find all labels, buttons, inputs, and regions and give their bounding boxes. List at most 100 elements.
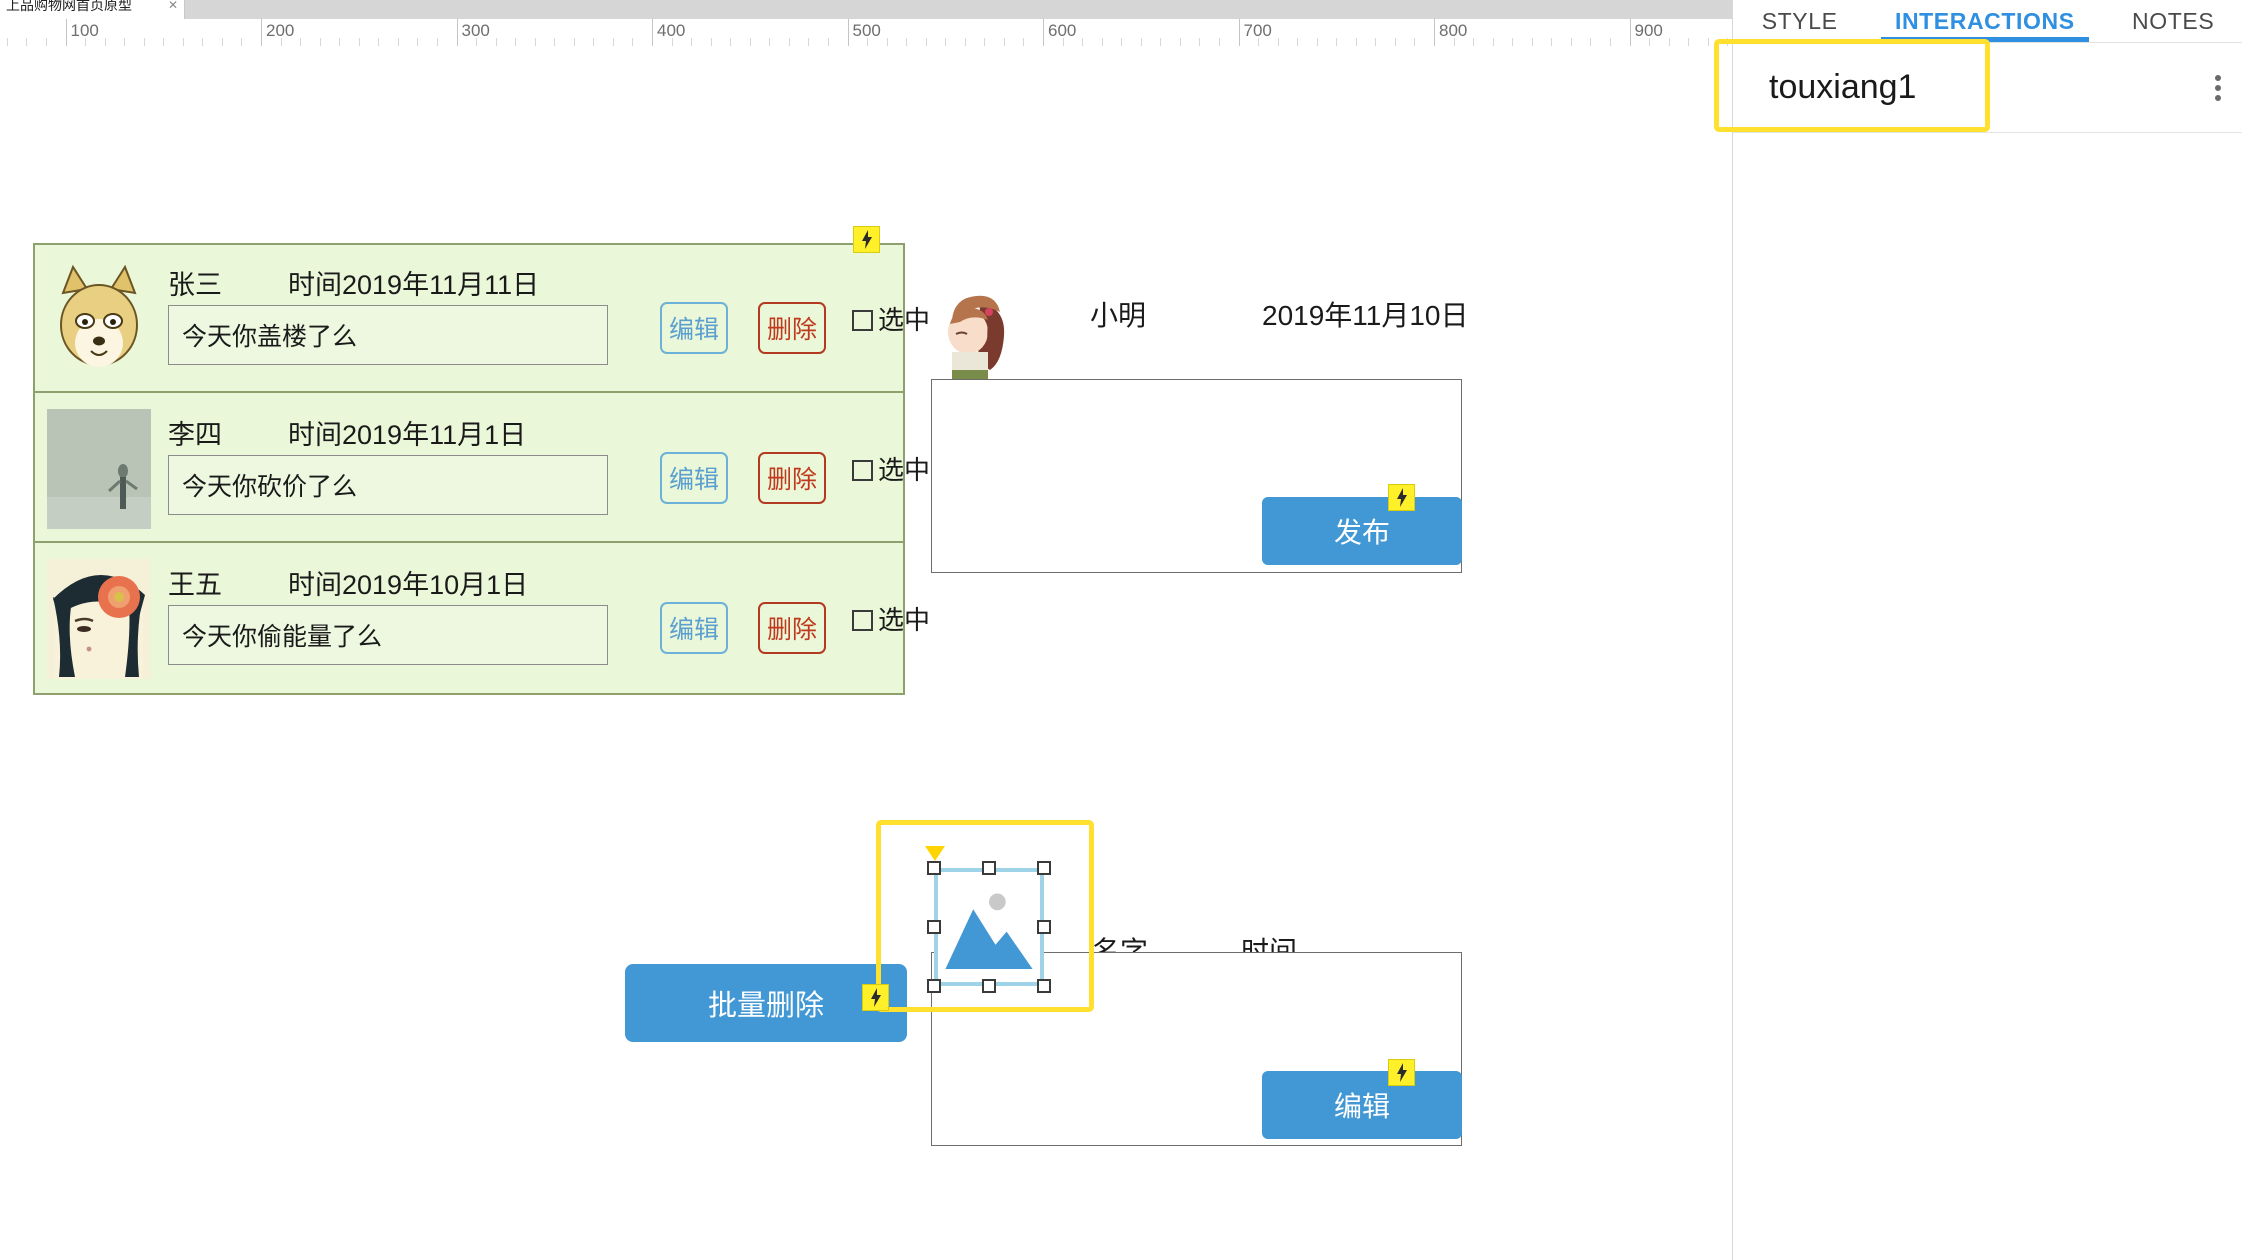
element-name-row: touxiang1 <box>1733 43 2242 133</box>
tab-interactions[interactable]: INTERACTIONS <box>1880 0 2089 42</box>
tab-style[interactable]: STYLE <box>1758 0 1842 42</box>
ruler-minor-tick <box>515 38 517 46</box>
ruler-minor-tick <box>788 38 790 46</box>
list-item[interactable]: 张三 时间2019年11月11日 今天你盖楼了么 编辑 删除 选中 <box>35 245 930 393</box>
select-checkbox-wrap[interactable]: 选中 <box>852 457 930 483</box>
ruler-minor-tick <box>300 38 302 46</box>
resize-handle-e[interactable] <box>1037 920 1051 934</box>
ruler-minor-tick <box>1160 38 1162 46</box>
lightning-bolt-icon[interactable] <box>1388 1059 1415 1086</box>
comment-list-card[interactable]: 张三 时间2019年11月11日 今天你盖楼了么 编辑 删除 选中 李四 时间2… <box>33 243 930 695</box>
close-icon[interactable]: ✕ <box>168 0 178 12</box>
resize-handle-ne[interactable] <box>1037 861 1051 875</box>
ruler-minor-tick <box>202 38 204 46</box>
ruler-label: 100 <box>70 21 99 40</box>
ruler-minor-tick <box>143 38 145 46</box>
list-item[interactable]: 王五 时间2019年10月1日 今天你偷能量了么 编辑 删除 选中 <box>35 545 930 693</box>
rotate-handle-icon[interactable] <box>925 846 945 861</box>
ruler-minor-tick <box>1707 38 1709 46</box>
ruler-minor-tick <box>1023 38 1025 46</box>
ruler-minor-tick <box>85 38 87 46</box>
select-checkbox[interactable] <box>852 609 873 631</box>
select-checkbox-wrap[interactable]: 选中 <box>852 607 930 633</box>
ruler-minor-tick <box>1570 38 1572 46</box>
ruler-minor-tick <box>280 38 282 46</box>
ruler-minor-tick <box>554 38 556 46</box>
ruler-minor-tick <box>1101 38 1103 46</box>
delete-button[interactable]: 删除 <box>758 302 826 354</box>
ruler-minor-tick <box>1609 38 1611 46</box>
ruler-minor-tick <box>436 38 438 46</box>
resize-handle-sw[interactable] <box>927 979 941 993</box>
edit-button[interactable]: 编辑 <box>660 452 728 504</box>
list-item-time: 时间2019年11月11日 <box>288 270 540 300</box>
ruler-minor-tick <box>906 38 908 46</box>
ruler-minor-tick <box>964 38 966 46</box>
design-canvas[interactable]: 张三 时间2019年11月11日 今天你盖楼了么 编辑 删除 选中 李四 时间2… <box>0 46 1732 1260</box>
ruler-minor-tick <box>1179 38 1181 46</box>
ruler-minor-tick <box>104 38 106 46</box>
ruler-minor-tick <box>691 38 693 46</box>
resize-handle-s[interactable] <box>982 979 996 993</box>
ruler-minor-tick <box>1414 38 1416 46</box>
ruler-label: 200 <box>266 21 295 40</box>
edit-button[interactable]: 编辑 <box>660 302 728 354</box>
ruler-minor-tick <box>749 38 751 46</box>
ruler-minor-tick <box>671 38 673 46</box>
list-item-message-input[interactable]: 今天你盖楼了么 <box>168 305 608 365</box>
lightning-bolt-icon[interactable] <box>862 984 889 1011</box>
resize-handle-se[interactable] <box>1037 979 1051 993</box>
select-checkbox-wrap[interactable]: 选中 <box>852 307 930 333</box>
image-placeholder-icon[interactable] <box>934 868 1044 986</box>
document-tab[interactable]: 上品购物网首页原型 ✕ <box>0 0 185 19</box>
ruler-minor-tick <box>886 38 888 46</box>
ruler-minor-tick <box>182 38 184 46</box>
properties-panel: STYLE INTERACTIONS NOTES touxiang1 New I… <box>1732 0 2242 1260</box>
ruler-minor-tick <box>476 38 478 46</box>
ruler-minor-tick <box>1551 38 1553 46</box>
select-checkbox-label: 选中 <box>878 305 931 335</box>
edit-block-button[interactable]: 编辑 <box>1262 1071 1462 1139</box>
ruler-label: 300 <box>461 21 490 40</box>
ruler-minor-tick <box>6 38 8 46</box>
ruler-minor-tick <box>769 38 771 46</box>
ruler-label: 700 <box>1243 21 1272 40</box>
element-name[interactable]: touxiang1 <box>1769 68 1916 107</box>
ruler-minor-tick <box>808 38 810 46</box>
ruler-minor-tick <box>1649 38 1651 46</box>
resize-handle-w[interactable] <box>927 920 941 934</box>
ruler-minor-tick <box>1336 38 1338 46</box>
ruler-minor-tick <box>1375 38 1377 46</box>
select-checkbox[interactable] <box>852 459 873 481</box>
ruler-minor-tick <box>163 38 165 46</box>
ruler-minor-tick <box>1394 38 1396 46</box>
ruler-minor-tick <box>495 38 497 46</box>
select-checkbox[interactable] <box>852 309 873 331</box>
ruler-minor-tick <box>124 38 126 46</box>
ruler-minor-tick <box>1297 38 1299 46</box>
delete-button[interactable]: 删除 <box>758 602 826 654</box>
select-checkbox-label: 选中 <box>878 455 931 485</box>
ruler-minor-tick <box>1218 38 1220 46</box>
app-root: 上品购物网首页原型 ✕ 100 200 300 400 500 600 700 800 900 <box>0 0 2242 1260</box>
publish-button[interactable]: 发布 <box>1262 497 1462 565</box>
document-tab-title: 上品购物网首页原型 <box>6 0 132 13</box>
list-item[interactable]: 李四 时间2019年11月1日 今天你砍价了么 编辑 删除 选中 <box>35 395 930 543</box>
resize-handle-n[interactable] <box>982 861 996 875</box>
ruler-label: 500 <box>852 21 881 40</box>
edit-button[interactable]: 编辑 <box>660 602 728 654</box>
list-item-message-input[interactable]: 今天你砍价了么 <box>168 455 608 515</box>
lightning-bolt-icon[interactable] <box>853 226 880 253</box>
publish-author-name: 小明 <box>1090 300 1147 331</box>
lightning-bolt-icon[interactable] <box>1388 484 1415 511</box>
ruler-minor-tick <box>397 38 399 46</box>
ruler-minor-tick <box>593 38 595 46</box>
delete-button[interactable]: 删除 <box>758 452 826 504</box>
resize-handle-nw[interactable] <box>927 861 941 875</box>
list-item-message-input[interactable]: 今天你偷能量了么 <box>168 605 608 665</box>
ruler-minor-tick <box>1121 38 1123 46</box>
tab-notes[interactable]: NOTES <box>2128 0 2218 42</box>
more-vertical-icon[interactable] <box>2215 74 2221 101</box>
ruler-minor-tick <box>1531 38 1533 46</box>
list-item-name: 张三 <box>168 270 222 300</box>
